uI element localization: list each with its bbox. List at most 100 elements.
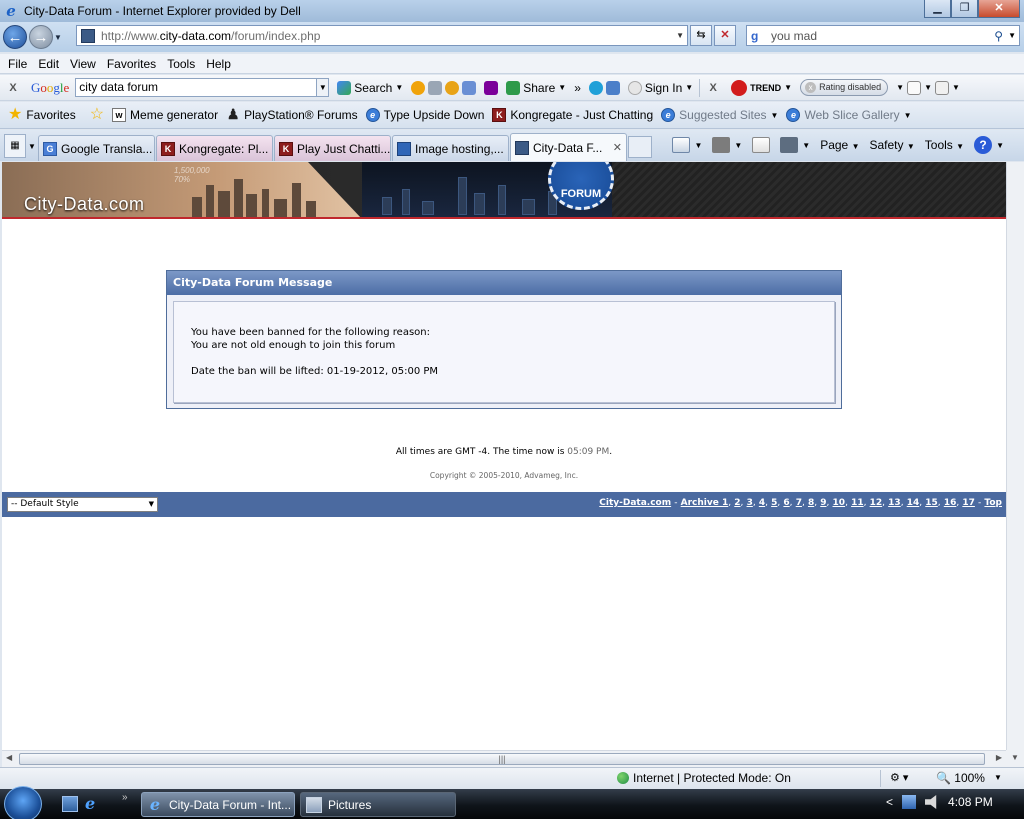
search-icon[interactable]: ⚲ xyxy=(994,29,1003,43)
menu-file[interactable]: File xyxy=(8,57,27,71)
top-link[interactable]: Top xyxy=(984,498,1002,508)
menu-edit[interactable]: Edit xyxy=(38,57,59,71)
network-icon[interactable] xyxy=(902,795,917,809)
scroll-left-icon[interactable]: ◀ xyxy=(6,753,12,762)
trend-micro-button[interactable]: TREND ▼ xyxy=(731,79,792,96)
quick-tabs-button[interactable]: ▦ xyxy=(4,134,26,158)
toolbar-buttons-group[interactable] xyxy=(411,80,477,95)
favorites-button[interactable]: ★ Favorites xyxy=(8,107,76,123)
taskbar: e » e City-Data Forum - Int... Pictures <… xyxy=(0,786,1024,819)
stop-icon[interactable]: ✕ xyxy=(714,25,736,46)
compatibility-view-icon[interactable]: ⇆ xyxy=(690,25,712,46)
tab-google-translate[interactable]: G Google Transla... xyxy=(38,135,155,161)
sign-in-button[interactable]: Sign In ▼ xyxy=(627,80,693,95)
address-url[interactable]: http://www.city-data.com/forum/index.php xyxy=(101,29,320,43)
tray-expand-icon[interactable]: < xyxy=(886,795,893,809)
footer-site-link[interactable]: City-Data.com xyxy=(599,498,671,508)
menu-help[interactable]: Help xyxy=(206,57,231,71)
close-button[interactable]: ✕ xyxy=(978,0,1020,18)
archive-link-11[interactable]: 11 xyxy=(851,498,864,508)
forward-button[interactable]: → xyxy=(29,25,53,49)
favorite-playstation-forums[interactable]: ♟ PlayStation® Forums xyxy=(226,107,358,122)
zoom-level[interactable]: 🔍 100% xyxy=(936,771,985,785)
share-icon xyxy=(506,80,521,95)
back-button[interactable]: ← xyxy=(3,25,27,49)
security-zone[interactable]: Internet | Protected Mode: On xyxy=(617,771,791,785)
archive-link-13[interactable]: 13 xyxy=(888,498,901,508)
clock[interactable]: 4:08 PM xyxy=(948,795,993,809)
minimize-button[interactable]: ▁ xyxy=(924,0,951,18)
restore-button[interactable]: ❐ xyxy=(951,0,978,18)
safety-menu[interactable]: Safety ▼ xyxy=(870,138,915,152)
taskbar-item-city-data[interactable]: e City-Data Forum - Int... xyxy=(141,792,295,817)
zoom-dropdown-icon[interactable]: ▼ xyxy=(994,773,1002,782)
tab-list-dropdown-icon[interactable]: ▼ xyxy=(26,142,38,151)
favorite-type-upside-down[interactable]: e Type Upside Down xyxy=(365,108,484,122)
google-search-dropdown-icon[interactable]: ▼ xyxy=(317,78,330,97)
vertical-scrollbar[interactable] xyxy=(1006,162,1024,750)
archive-link-10[interactable]: 10 xyxy=(833,498,846,508)
share-button[interactable]: Share ▼ xyxy=(506,80,566,95)
quicklaunch-more-icon[interactable]: » xyxy=(122,792,128,803)
archive-link-12[interactable]: 12 xyxy=(870,498,883,508)
start-button[interactable] xyxy=(4,786,42,819)
archive-link-14[interactable]: 14 xyxy=(907,498,920,508)
tab-city-data-forum[interactable]: City-Data F... ✕ xyxy=(510,133,627,161)
favorite-meme-generator[interactable]: w Meme generator xyxy=(112,108,218,122)
recent-pages-dropdown[interactable]: ▼ xyxy=(53,33,63,42)
archive-link-15[interactable]: 15 xyxy=(925,498,938,508)
page-menu[interactable]: Page ▼ xyxy=(820,138,859,152)
yahoo-button[interactable] xyxy=(484,80,499,95)
photobucket-icon xyxy=(397,141,411,156)
address-bar[interactable]: http://www.city-data.com/forum/index.php… xyxy=(76,25,688,46)
feeds-icon[interactable] xyxy=(712,137,731,153)
archive-link-1[interactable]: Archive 1 xyxy=(681,498,729,508)
rating-disabled-badge[interactable]: x Rating disabled xyxy=(800,79,889,96)
search-box[interactable]: g you mad ⚲ ▼ xyxy=(746,25,1020,46)
tools-menu[interactable]: Tools ▼ xyxy=(925,138,964,152)
archive-link-17[interactable]: 17 xyxy=(962,498,975,508)
google-search-button[interactable]: Search ▼ xyxy=(337,80,403,95)
search-input[interactable]: you mad xyxy=(771,29,817,43)
tab-image-hosting[interactable]: Image hosting,... xyxy=(392,135,509,161)
menu-tools[interactable]: Tools xyxy=(167,57,195,71)
add-on-status-icon[interactable]: ⚙ ▾ xyxy=(890,771,908,784)
style-chooser-select[interactable]: -- Default Style ▼ xyxy=(7,497,158,512)
wifi-button[interactable] xyxy=(588,80,620,95)
menu-view[interactable]: View xyxy=(70,57,96,71)
kongregate-icon: K xyxy=(279,141,293,156)
add-favorite-button[interactable]: ☆ xyxy=(90,107,104,123)
address-dropdown-icon[interactable]: ▼ xyxy=(676,31,684,40)
site-banner[interactable]: 1,500,000 70% City-Data.com FORUM xyxy=(2,162,1006,219)
volume-icon[interactable] xyxy=(925,795,937,809)
print-icon[interactable] xyxy=(780,137,799,153)
read-mail-icon[interactable] xyxy=(752,137,771,153)
horizontal-scroll-thumb[interactable]: ||| xyxy=(19,753,985,765)
favorite-suggested-sites[interactable]: e Suggested Sites ▼ xyxy=(661,108,778,122)
command-bar: ▼ ▼ ▼ Page ▼ Safety ▼ Tools ▼ ? ▼ xyxy=(672,133,1004,157)
tab-kongregate-play[interactable]: K Kongregate: Pl... xyxy=(156,135,273,161)
horizontal-scrollbar[interactable]: ◀ ||| ▶ xyxy=(2,750,1006,767)
scroll-down-icon[interactable]: ▼ xyxy=(1011,753,1019,762)
help-icon[interactable]: ? xyxy=(974,136,993,154)
favorite-kongregate-just-chatting[interactable]: K Kongregate - Just Chatting xyxy=(492,108,653,122)
taskbar-item-pictures[interactable]: Pictures xyxy=(300,792,456,817)
search-dropdown-icon[interactable]: ▼ xyxy=(1008,31,1016,40)
scroll-right-icon[interactable]: ▶ xyxy=(996,753,1002,762)
favorite-web-slice-gallery[interactable]: e Web Slice Gallery ▼ xyxy=(786,108,912,122)
extra-toolbar-buttons[interactable]: ▼ ▼ ▼ xyxy=(896,80,960,95)
tab-play-just-chatting[interactable]: K Play Just Chatti... xyxy=(274,135,391,161)
more-toolbar-icon[interactable]: » xyxy=(574,81,581,95)
site-logo[interactable]: City-Data.com xyxy=(24,194,145,215)
close-toolbar-icon[interactable]: X xyxy=(3,82,23,94)
archive-link-16[interactable]: 16 xyxy=(944,498,957,508)
new-tab-button[interactable] xyxy=(628,136,652,158)
window-controls: ▁ ❐ ✕ xyxy=(924,0,1020,18)
menu-favorites[interactable]: Favorites xyxy=(107,57,156,71)
ie-quicklaunch-icon[interactable]: e xyxy=(85,796,101,812)
close-tab-icon[interactable]: ✕ xyxy=(613,141,622,154)
show-desktop-icon[interactable] xyxy=(62,796,78,812)
close-trend-toolbar-icon[interactable]: X xyxy=(703,82,723,94)
home-icon[interactable] xyxy=(672,137,691,153)
google-search-input[interactable]: city data forum xyxy=(75,78,318,97)
